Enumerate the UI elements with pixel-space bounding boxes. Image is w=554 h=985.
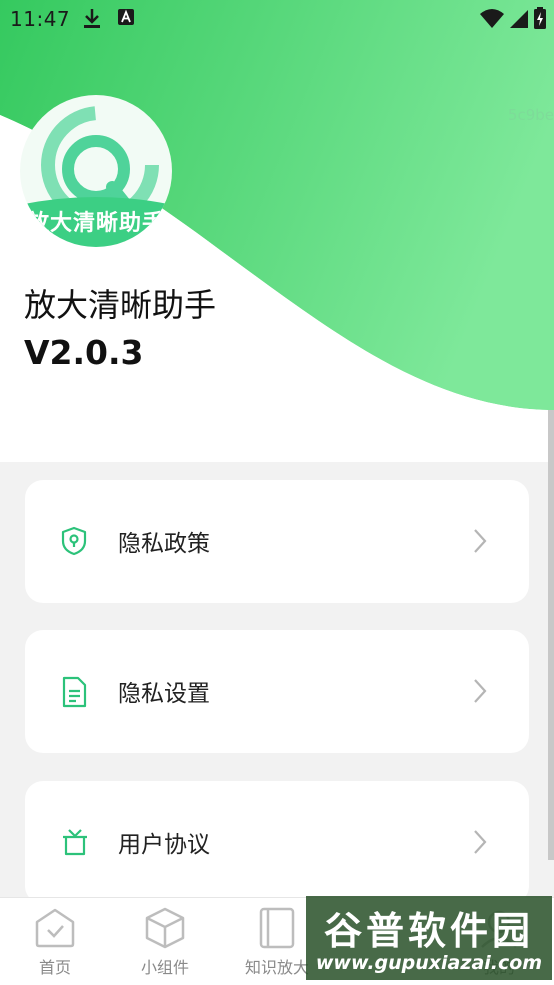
download-icon (84, 9, 100, 28)
user-agreement-item[interactable]: 用户协议 (25, 781, 529, 904)
watermark-url: www.gupuxiazai.com (315, 952, 543, 974)
privacy-policy-item[interactable]: 隐私政策 (25, 480, 529, 603)
cube-icon (145, 907, 185, 949)
site-watermark: 谷普软件园 www.gupuxiazai.com (306, 896, 552, 980)
wifi-icon (480, 9, 504, 28)
home-icon (35, 908, 75, 948)
book-icon (259, 907, 295, 949)
about-header: 11:47 5c9be 放大清晰助手 放大清晰助手 V2.0.3 (0, 0, 554, 462)
privacy-settings-label: 隐私设置 (118, 681, 210, 707)
privacy-policy-label: 隐私政策 (118, 531, 210, 557)
logo-text: 放大清晰助手 (26, 211, 165, 236)
tab-widgets-label: 小组件 (140, 958, 189, 977)
notification-a-icon (118, 9, 134, 25)
document-icon (62, 676, 87, 708)
gift-box-icon (63, 829, 87, 856)
tab-home[interactable]: 首页 (0, 898, 110, 985)
battery-icon (534, 7, 546, 29)
faint-id-text: 5c9be (507, 106, 554, 124)
chevron-right-icon (474, 679, 487, 703)
chevron-right-icon (474, 529, 487, 553)
app-logo: 放大清晰助手 (20, 95, 172, 247)
app-name: 放大清晰助手 (24, 286, 217, 324)
status-bar: 11:47 (0, 0, 554, 38)
status-time: 11:47 (10, 7, 71, 31)
shield-key-icon (61, 526, 87, 556)
tab-home-label: 首页 (38, 958, 71, 977)
user-agreement-label: 用户协议 (118, 832, 210, 858)
app-version: V2.0.3 (24, 333, 144, 372)
chevron-right-icon (474, 830, 487, 854)
privacy-settings-item[interactable]: 隐私设置 (25, 630, 529, 753)
tab-widgets[interactable]: 小组件 (110, 898, 220, 985)
watermark-title: 谷普软件园 (323, 909, 534, 953)
scrollbar[interactable] (548, 410, 554, 860)
status-right-icons (480, 7, 546, 29)
signal-icon (510, 10, 528, 28)
